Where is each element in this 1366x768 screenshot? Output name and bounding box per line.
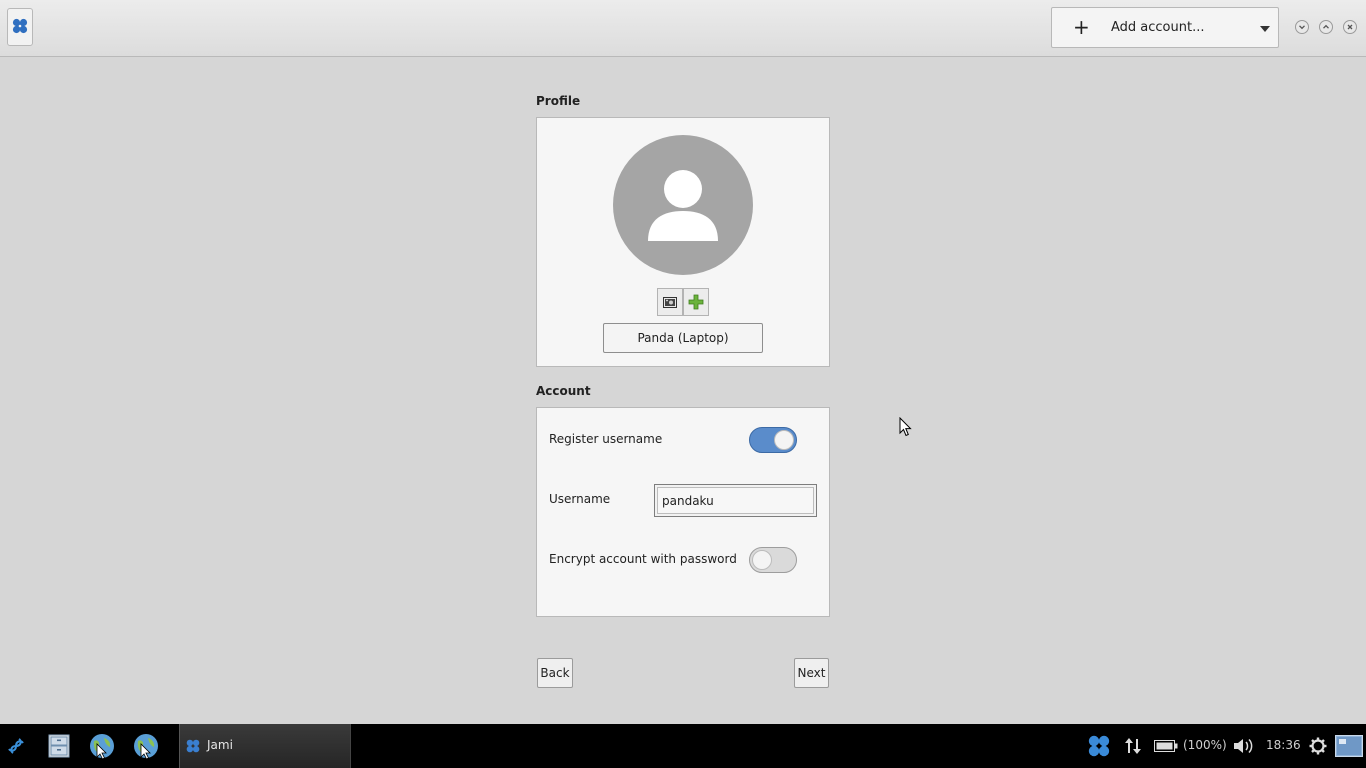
app-menu-button[interactable] [7, 8, 33, 46]
header-bar: + Add account... [0, 0, 1366, 57]
taskbar-task-jami[interactable]: Jami [179, 724, 351, 768]
add-account-dropdown[interactable]: + Add account... [1051, 7, 1279, 48]
add-account-label: Add account... [1111, 20, 1205, 35]
globe-cursor-icon [134, 734, 158, 760]
close-button[interactable] [1343, 20, 1357, 34]
start-menu-button[interactable] [1, 731, 31, 761]
swirl-menu-icon [8, 738, 24, 754]
profile-panel: Panda (Laptop) [536, 117, 830, 367]
toggle-knob [752, 550, 772, 570]
username-field-frame [654, 484, 817, 517]
camera-icon [663, 297, 677, 308]
toggle-knob [774, 430, 794, 450]
mouse-pointer-icon [899, 416, 913, 440]
plus-icon [688, 294, 704, 310]
jami-tray-icon[interactable] [1084, 731, 1114, 761]
choose-image-button[interactable] [683, 288, 709, 316]
take-photo-button[interactable] [657, 288, 683, 316]
display-name-field[interactable]: Panda (Laptop) [603, 323, 763, 353]
minimize-icon [1299, 25, 1305, 30]
close-icon [1347, 24, 1353, 30]
maximize-button[interactable] [1319, 20, 1333, 34]
volume-icon[interactable] [1228, 731, 1258, 761]
avatar [613, 135, 753, 275]
chevron-down-icon [1260, 26, 1270, 32]
task-label: Jami [207, 738, 233, 752]
username-label: Username [549, 492, 611, 506]
show-desktop-button[interactable] [1334, 731, 1364, 761]
next-button[interactable]: Next [794, 658, 829, 688]
register-username-toggle[interactable] [749, 427, 797, 453]
plus-icon: + [1073, 15, 1090, 39]
register-username-label: Register username [549, 432, 663, 446]
profile-section-title: Profile [536, 94, 581, 108]
web-browser-launcher[interactable] [87, 731, 117, 761]
maximize-icon [1323, 24, 1329, 29]
encrypt-password-label: Encrypt account with password [549, 552, 737, 566]
settings-gear-icon[interactable] [1303, 731, 1333, 761]
account-section-title: Account [536, 384, 591, 398]
file-manager-launcher[interactable] [44, 731, 74, 761]
desktop-icon [1335, 735, 1363, 757]
encrypt-password-toggle[interactable] [749, 547, 797, 573]
account-panel: Register username Username Encrypt accou… [536, 407, 830, 617]
battery-icon[interactable] [1151, 731, 1181, 761]
back-button[interactable]: Back [537, 658, 573, 688]
globe-cursor-icon [90, 734, 114, 760]
jami-logo-icon [185, 738, 201, 757]
jami-logo-icon [11, 17, 29, 38]
network-icon[interactable] [1118, 731, 1148, 761]
minimize-button[interactable] [1295, 20, 1309, 34]
username-input[interactable] [657, 487, 814, 514]
web-browser-launcher-2[interactable] [131, 731, 161, 761]
file-cabinet-icon [48, 734, 70, 758]
battery-percentage: (100%) [1183, 738, 1227, 752]
user-silhouette-icon [648, 170, 718, 241]
taskbar: Jami (100%) 18:36 [0, 724, 1366, 768]
clock[interactable]: 18:36 [1266, 738, 1301, 752]
